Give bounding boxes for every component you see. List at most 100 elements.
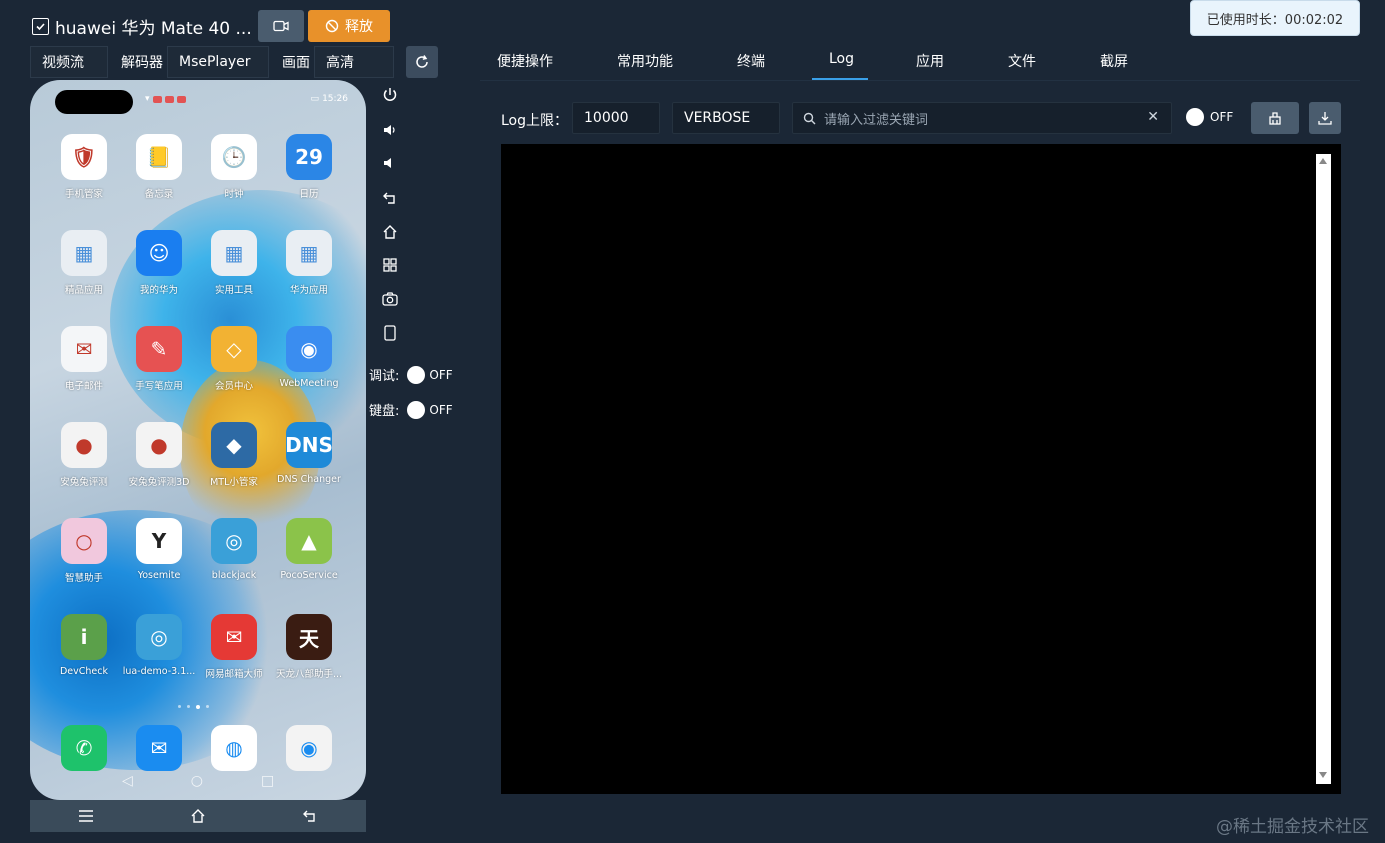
log-pause-switch[interactable]: OFF (1186, 108, 1233, 126)
phone-app[interactable]: ◆ MTL小管家 (196, 422, 272, 488)
wifi-icon: ▾ (145, 94, 150, 104)
refresh-icon (416, 55, 428, 68)
phone-app[interactable]: ◇ 会员中心 (196, 326, 272, 392)
rotate-phone-icon[interactable] (379, 322, 401, 344)
app-label: DevCheck (59, 666, 108, 677)
record-video-button[interactable] (258, 10, 304, 42)
quality-select[interactable]: 高清 (314, 46, 394, 78)
tab-apps[interactable]: 应用 (916, 51, 944, 71)
phone-app[interactable]: ◎ blackjack (196, 518, 272, 581)
app-icon: 29 (286, 134, 332, 180)
app-icon: ✉ (211, 614, 257, 660)
debug-toggle[interactable]: OFF (407, 365, 453, 384)
camera-icon[interactable] (379, 288, 401, 310)
download-icon (1318, 112, 1332, 125)
app-icon: ◉ (286, 326, 332, 372)
tab-log[interactable]: Log (829, 51, 854, 67)
phone-app[interactable]: Y Yosemite (121, 518, 197, 581)
dock-app[interactable]: ◉ (271, 725, 347, 771)
log-filter-input[interactable]: 请输入过滤关键词 ✕ (792, 102, 1172, 134)
active-tab-underline (812, 78, 868, 80)
release-label: 释放 (345, 19, 373, 35)
phone-app[interactable]: ✎ 手写笔应用 (121, 326, 197, 392)
back-triangle-icon[interactable]: ◁ (122, 773, 133, 789)
log-level-select[interactable]: VERBOSE (672, 102, 780, 134)
debug-toggle-row: 调试: OFF (369, 365, 453, 384)
log-scrollbar[interactable] (1316, 154, 1331, 784)
stream-select[interactable]: 视频流 (30, 46, 108, 78)
phone-app[interactable]: i DevCheck (46, 614, 122, 677)
tab-screenshot[interactable]: 截屏 (1100, 51, 1128, 71)
app-label: 安兔兔评测3D (128, 477, 190, 488)
phone-app[interactable]: DNS DNS Changer (271, 422, 347, 485)
phone-app[interactable]: ● 安兔兔评测3D (121, 422, 197, 488)
tab-quick-actions[interactable]: 便捷操作 (497, 51, 553, 71)
phone-screen[interactable]: ▾ ▭ 15:26 🛡 手机管家 📒 备忘录 🕒 时钟 29 日历 ▦ 精品应用 ☺ 我的华为 ▦ 实用工… (30, 80, 366, 800)
volume-up-icon[interactable] (379, 119, 401, 141)
phone-app[interactable]: 📒 备忘录 (121, 134, 197, 200)
back-arrow-icon[interactable] (379, 187, 401, 209)
home-circle-icon[interactable]: ○ (191, 773, 203, 789)
phone-app[interactable]: ▲ PocoService (271, 518, 347, 581)
app-switch-icon[interactable] (379, 254, 401, 276)
volume-down-icon[interactable] (379, 152, 401, 174)
release-button[interactable]: 释放 (308, 10, 390, 42)
tab-common-functions[interactable]: 常用功能 (617, 51, 673, 71)
app-icon: ▦ (211, 230, 257, 276)
phone-app[interactable]: 天天龙八部助手... (271, 614, 347, 680)
keyboard-state: OFF (429, 402, 453, 417)
phone-app[interactable]: 🛡 手机管家 (46, 134, 122, 200)
tab-files[interactable]: 文件 (1008, 51, 1036, 71)
phone-app[interactable]: ▦ 实用工具 (196, 230, 272, 296)
back-icon[interactable] (302, 809, 318, 823)
refresh-button[interactable] (406, 46, 438, 78)
phone-app[interactable]: ◎ lua-demo-3.1... (121, 614, 197, 677)
scroll-up-icon[interactable] (1319, 158, 1327, 164)
decoder-select[interactable]: MsePlayer (167, 46, 269, 78)
home-icon[interactable] (190, 808, 206, 824)
dock-app-icon: ✆ (61, 725, 107, 771)
app-label: 智慧助手 (64, 573, 103, 584)
watermark: @稀土掘金技术社区 (1216, 817, 1369, 837)
app-label: PocoService (280, 570, 338, 581)
dock-app[interactable]: ✉ (121, 725, 197, 771)
menu-icon[interactable] (78, 809, 94, 823)
app-icon: ▲ (286, 518, 332, 564)
phone-app[interactable]: ✉ 网易邮箱大师 (196, 614, 272, 680)
broom-icon (1269, 112, 1281, 125)
dock-app[interactable]: ◍ (196, 725, 272, 771)
app-icon: ● (136, 422, 182, 468)
phone-app[interactable]: ▦ 精品应用 (46, 230, 122, 296)
tab-terminal[interactable]: 终端 (737, 51, 765, 71)
app-label: 电子邮件 (64, 381, 103, 392)
home-outline-icon[interactable] (379, 221, 401, 243)
scroll-down-icon[interactable] (1319, 772, 1327, 778)
phone-app[interactable]: ● 安兔兔评测 (46, 422, 122, 488)
log-output-panel[interactable] (501, 144, 1341, 794)
ban-icon (325, 19, 339, 33)
phone-app[interactable]: ✉ 电子邮件 (46, 326, 122, 392)
checkbox-icon[interactable] (32, 18, 49, 35)
camera-notch (55, 90, 133, 114)
phone-app[interactable]: ▦ 华为应用 (271, 230, 347, 296)
log-level-value: VERBOSE (684, 110, 751, 126)
dock-app[interactable]: ✆ (46, 725, 122, 771)
keyboard-toggle[interactable]: OFF (407, 400, 453, 419)
phone-app[interactable]: ○ 智慧助手 (46, 518, 122, 584)
phone-app[interactable]: ◉ WebMeeting (271, 326, 347, 389)
power-icon[interactable] (379, 84, 401, 106)
app-icon: ◇ (211, 326, 257, 372)
device-navbar (30, 800, 366, 832)
clear-icon[interactable]: ✕ (1147, 109, 1159, 125)
download-log-button[interactable] (1309, 102, 1341, 134)
app-label: 会员中心 (214, 381, 253, 392)
app-label: DNS Changer (277, 474, 341, 485)
phone-app[interactable]: 🕒 时钟 (196, 134, 272, 200)
app-label: Yosemite (137, 570, 181, 581)
log-limit-input[interactable]: 10000 (572, 102, 660, 134)
clear-log-button[interactable] (1251, 102, 1299, 134)
recents-square-icon[interactable]: □ (261, 773, 274, 789)
phone-app[interactable]: ☺ 我的华为 (121, 230, 197, 296)
phone-app[interactable]: 29 日历 (271, 134, 347, 200)
page-indicator (178, 705, 209, 709)
